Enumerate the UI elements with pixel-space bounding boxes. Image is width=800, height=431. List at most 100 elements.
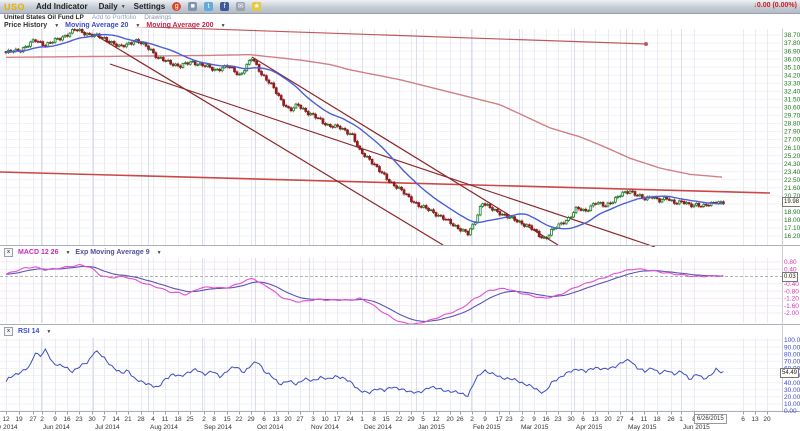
svg-text:18: 18 (174, 416, 182, 423)
svg-text:2: 2 (470, 416, 474, 423)
svg-text:20: 20 (284, 416, 292, 423)
facebook-icon[interactable]: f (220, 2, 229, 11)
add-indicator-button[interactable]: Add Indicator (36, 2, 88, 11)
svg-text:28.80: 28.80 (784, 121, 800, 128)
email-icon[interactable]: ✉ (236, 2, 245, 11)
svg-text:30.60: 30.60 (784, 105, 800, 112)
svg-text:Oct 2014: Oct 2014 (257, 424, 284, 431)
svg-text:Feb 2015: Feb 2015 (473, 424, 501, 431)
svg-text:28: 28 (137, 416, 145, 423)
twitter-icon[interactable]: t (204, 2, 213, 11)
price-history-caret-icon[interactable]: ▼ (54, 23, 59, 29)
right-axis-labels: 38.7037.8036.9036.0035.1034.2033.3032.40… (784, 32, 800, 415)
svg-text:May 2014: May 2014 (0, 424, 18, 431)
macd-caret-icon[interactable]: ▼ (65, 250, 70, 256)
svg-text:2: 2 (40, 416, 44, 423)
svg-text:26: 26 (456, 416, 464, 423)
svg-text:4: 4 (151, 416, 155, 423)
settings-button[interactable]: Settings (134, 2, 166, 11)
ma20-caret-icon[interactable]: ▼ (135, 23, 140, 29)
svg-text:10: 10 (321, 416, 329, 423)
svg-text:30.00: 30.00 (784, 387, 800, 394)
svg-text:11: 11 (162, 416, 169, 423)
price-panel-header: Price History ▼ Moving Average 20 ▼ Movi… (4, 21, 226, 30)
svg-text:Jun 2015: Jun 2015 (683, 424, 710, 431)
svg-text:1: 1 (679, 416, 683, 423)
svg-text:32.40: 32.40 (784, 88, 800, 95)
svg-text:14: 14 (112, 416, 120, 423)
main-toolbar: USO Add Indicator Daily ▼ Settings g ■ tf ✉… (0, 0, 800, 14)
svg-text:25: 25 (186, 416, 194, 423)
svg-text:22: 22 (235, 416, 243, 423)
svg-text:24: 24 (346, 416, 354, 423)
svg-text:27.00: 27.00 (784, 137, 800, 144)
svg-text:23: 23 (75, 416, 83, 423)
svg-text:90.00: 90.00 (784, 344, 800, 351)
macd-signal-caret-icon[interactable]: ▼ (157, 250, 162, 256)
macd-value-box: 0.03 (782, 272, 798, 282)
svg-text:Jul 2014: Jul 2014 (95, 424, 120, 431)
svg-text:29.70: 29.70 (784, 113, 800, 120)
svg-text:25.20: 25.20 (784, 153, 800, 160)
svg-text:18.00: 18.00 (784, 217, 800, 224)
folder-icon[interactable]: ★ (252, 2, 261, 11)
svg-text:21.60: 21.60 (784, 185, 800, 192)
svg-text:0.80: 0.80 (784, 259, 797, 266)
svg-text:Aug 2014: Aug 2014 (150, 424, 178, 431)
svg-text:9: 9 (532, 416, 536, 423)
svg-text:21: 21 (124, 416, 132, 423)
svg-text:18: 18 (653, 416, 661, 423)
ma200-indicator[interactable]: Moving Average 200 (146, 22, 213, 29)
rsi-panel-header: x RSI 14 ▼ (4, 327, 51, 336)
svg-text:Nov 2014: Nov 2014 (311, 424, 339, 431)
ma20-indicator[interactable]: Moving Average 20 (65, 22, 128, 29)
svg-text:-0.40: -0.40 (784, 281, 799, 288)
macd-signal-indicator[interactable]: Exp Moving Average 9 (75, 249, 149, 256)
svg-text:20: 20 (446, 416, 454, 423)
macd-panel-header: x MACD 12 26 ▼ Exp Moving Average 9 ▼ (4, 248, 162, 257)
upper-trendline-handle (644, 42, 648, 46)
svg-text:20: 20 (604, 416, 612, 423)
svg-text:11: 11 (641, 416, 648, 423)
price-history-indicator[interactable]: Price History (4, 22, 47, 29)
svg-text:-2.00: -2.00 (784, 310, 799, 317)
rsi-close-button[interactable]: x (4, 327, 13, 336)
quote-change: ↓0.00 (0.00%) (753, 2, 797, 9)
svg-text:-1.20: -1.20 (784, 296, 799, 303)
svg-text:26: 26 (667, 416, 675, 423)
svg-text:70.00: 70.00 (784, 359, 800, 366)
macd-close-button[interactable]: x (4, 248, 13, 257)
svg-text:3: 3 (311, 416, 315, 423)
svg-text:Mar 2015: Mar 2015 (521, 424, 549, 431)
svg-text:30: 30 (567, 416, 575, 423)
rsi-indicator[interactable]: RSI 14 (18, 328, 39, 335)
svg-text:Sep 2014: Sep 2014 (204, 424, 232, 431)
bookmark-icon[interactable]: ■ (188, 2, 197, 11)
svg-text:18.90: 18.90 (784, 209, 800, 216)
svg-text:2: 2 (520, 416, 524, 423)
symbol-label[interactable]: USO (4, 2, 25, 12)
svg-text:35.10: 35.10 (784, 64, 800, 71)
add-to-portfolio-link[interactable]: Add to Portfolio (92, 14, 136, 21)
svg-text:9: 9 (53, 416, 57, 423)
svg-text:16: 16 (63, 416, 71, 423)
macd-indicator[interactable]: MACD 12 26 (18, 249, 58, 256)
svg-text:17: 17 (333, 416, 341, 423)
svg-text:20: 20 (763, 416, 771, 423)
svg-text:29: 29 (247, 416, 255, 423)
svg-text:24.30: 24.30 (784, 161, 800, 168)
google-plus-icon[interactable]: g (172, 2, 181, 11)
rsi-caret-icon[interactable]: ▼ (46, 329, 51, 335)
svg-text:37.80: 37.80 (784, 40, 800, 47)
svg-text:27: 27 (296, 416, 304, 423)
chart-canvas[interactable]: 38.7037.8036.9036.0035.1034.2033.3032.40… (0, 0, 800, 431)
period-select[interactable]: Daily (99, 2, 118, 11)
subheader: United States Oil Fund LP Add to Portfol… (0, 14, 800, 21)
ma200-caret-icon[interactable]: ▼ (221, 23, 226, 29)
period-caret-icon[interactable]: ▼ (121, 4, 126, 10)
svg-text:13: 13 (591, 416, 599, 423)
svg-text:31.50: 31.50 (784, 97, 800, 104)
rsi-value-box: 54.49 (780, 368, 799, 378)
drawings-menu[interactable]: Drawings (144, 14, 171, 21)
svg-text:1: 1 (360, 416, 364, 423)
